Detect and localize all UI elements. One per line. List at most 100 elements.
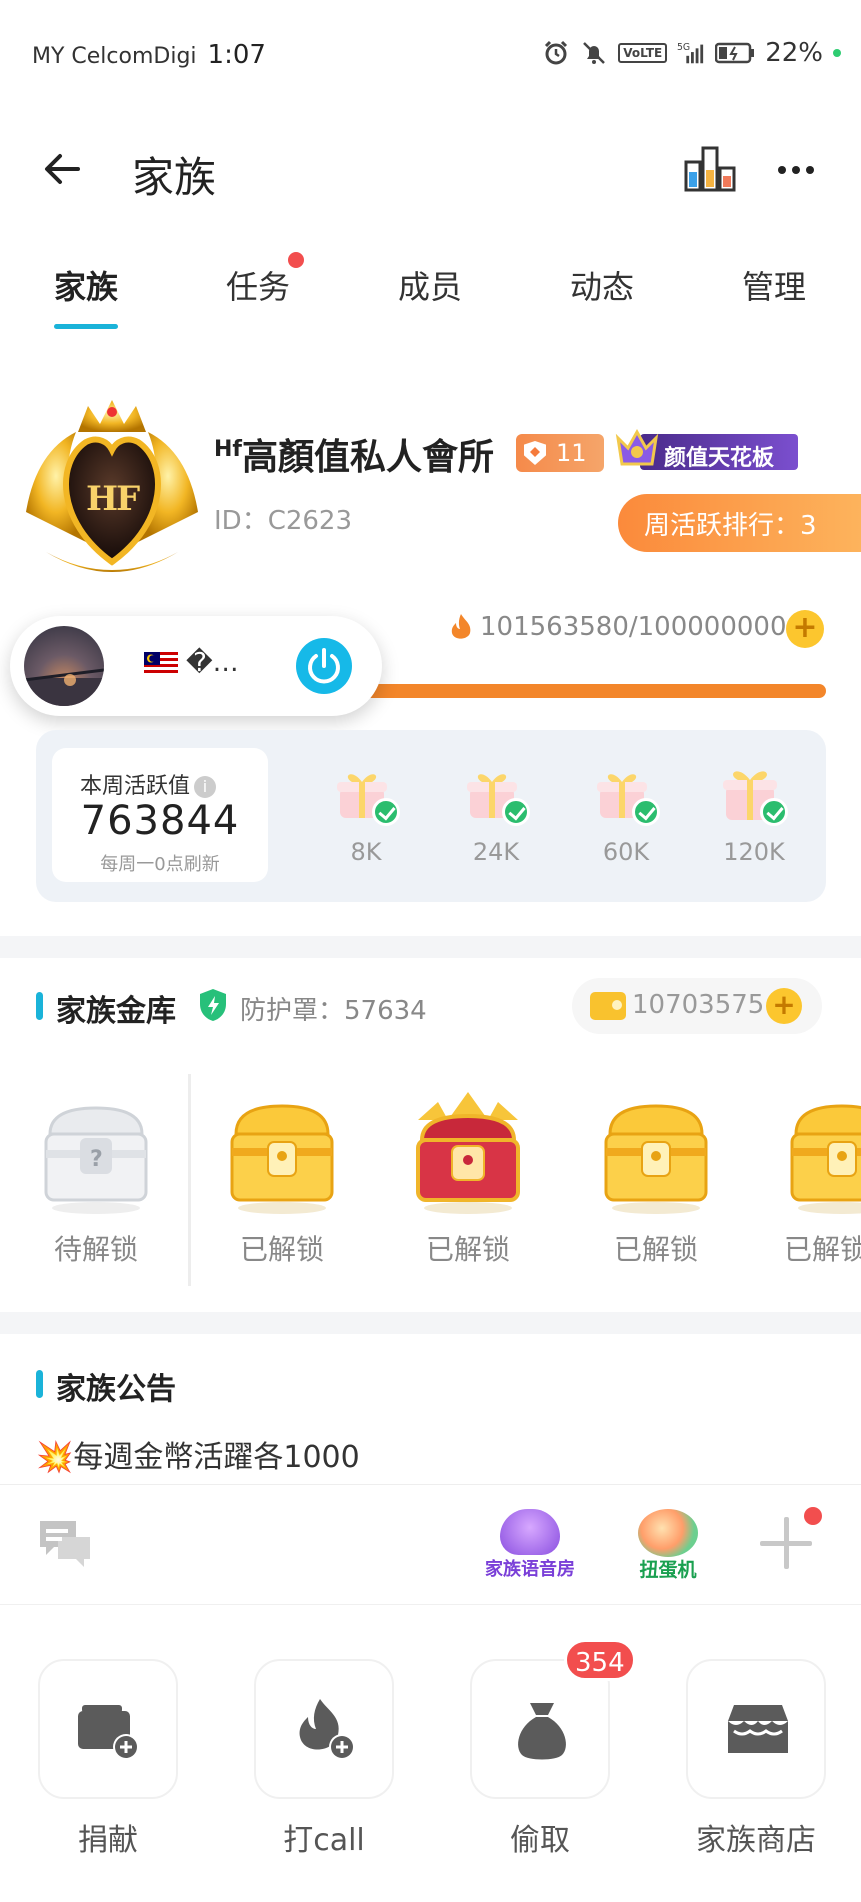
family-shop-button[interactable]	[686, 1659, 826, 1799]
more-dots-icon	[778, 166, 814, 174]
cheer-label: 打call	[283, 1823, 365, 1858]
cheer-button[interactable]	[254, 1659, 394, 1799]
chest-unlocked-4[interactable]	[782, 1090, 861, 1220]
gacha-label: 扭蛋机	[639, 1559, 697, 1581]
chest-label: 待解锁	[53, 1233, 138, 1266]
volte-icon: VoLTE	[618, 43, 668, 63]
section-accent	[36, 1370, 43, 1398]
voice-room-button[interactable]: 家族语音房	[476, 1509, 584, 1583]
tab-tasks[interactable]: 任务	[226, 262, 290, 308]
milestone-gift-1[interactable]: 8K	[326, 754, 406, 874]
milestone-label: 24K	[472, 838, 520, 866]
gacha-machine-icon	[638, 1509, 698, 1557]
tab-members[interactable]: 成员	[398, 262, 462, 308]
leaderboard-icon	[684, 146, 736, 192]
exp-progress-text: 101563580/100000000	[480, 612, 787, 642]
battery-icon	[715, 40, 755, 66]
wallet-icon	[590, 992, 626, 1020]
weekly-activity-card: 本周活跃值 i 763844 每周一0点刷新	[52, 748, 268, 882]
voice-room-label: 家族语音房	[485, 1559, 575, 1580]
family-level-badge[interactable]: 11	[516, 434, 604, 472]
section-accent	[36, 992, 43, 1020]
tab-manage[interactable]: 管理	[742, 262, 806, 308]
shop-icon	[728, 1705, 788, 1753]
app-header: 家族	[0, 120, 861, 220]
family-id: ID：C2623	[214, 506, 353, 536]
milestone-gift-4[interactable]: 120K	[714, 754, 794, 874]
treasury-title: 家族金库	[56, 994, 176, 1029]
chest-locked[interactable]: ?	[36, 1090, 156, 1220]
weekly-activity-label-text: 本周活跃值	[80, 774, 191, 799]
gold-chest-icon	[604, 1104, 708, 1214]
tab-family[interactable]: 家族	[54, 262, 118, 308]
milestone-label: 8K	[350, 838, 382, 866]
milestone-gift-3[interactable]: 60K	[586, 754, 666, 874]
carrier-label: MY CelcomDigi	[32, 44, 197, 69]
claimed-check-icon	[632, 798, 660, 826]
tab-activity[interactable]: 动态	[570, 262, 634, 308]
chest-unlocked-3[interactable]	[596, 1090, 716, 1220]
add-coins-button[interactable]: +	[766, 988, 802, 1024]
tab-tasks-badge-dot	[288, 252, 304, 268]
claimed-check-icon	[502, 798, 530, 826]
tab-bar: 家族 任务 成员 动态 管理	[0, 252, 861, 332]
claimed-check-icon	[760, 798, 788, 826]
add-exp-button[interactable]: +	[786, 610, 824, 648]
chest-unlocked-1[interactable]	[222, 1090, 342, 1220]
protection-value: 防护罩：57634	[240, 996, 427, 1026]
wallet-add-icon	[78, 1705, 139, 1760]
privacy-dot-icon	[833, 49, 841, 57]
chest-special[interactable]	[408, 1090, 528, 1220]
svg-text:H: H	[86, 479, 118, 519]
family-emblem[interactable]: H F	[16, 392, 208, 572]
room-name: �…	[186, 648, 239, 678]
ranking-button[interactable]	[682, 142, 738, 194]
clock: 1:07	[207, 40, 266, 70]
treasury-coins-value: 10703575	[632, 990, 765, 1020]
power-icon	[308, 648, 340, 684]
steal-count-badge: 354	[564, 1639, 636, 1681]
info-icon[interactable]: i	[194, 776, 217, 798]
sunset-photo-icon	[24, 668, 104, 706]
svg-text:?: ?	[90, 1147, 103, 1172]
tab-tasks-label: 任务	[226, 268, 291, 306]
chest-divider	[188, 1074, 191, 1286]
svg-text:5G: 5G	[677, 42, 690, 53]
treasury-coins[interactable]: 10703575 +	[572, 978, 822, 1034]
donate-label: 捐献	[78, 1823, 138, 1858]
more-features-button[interactable]	[760, 1517, 812, 1569]
battery-percent: 22%	[765, 38, 823, 68]
claimed-check-icon	[372, 798, 400, 826]
family-exp: 101563580/100000000	[448, 612, 787, 642]
status-bar: MY CelcomDigi 1:07 VoLTE 5G 22%	[0, 0, 861, 110]
family-name-text: 高顏值私人會所	[241, 437, 494, 478]
carrier-time: MY CelcomDigi 1:07	[32, 40, 266, 70]
announcement-line: 💥每週金幣活躍各1000	[36, 1440, 360, 1475]
family-crest-icon: H F	[26, 400, 198, 572]
section-divider	[0, 1312, 861, 1334]
gacha-button[interactable]: 扭蛋机	[630, 1509, 706, 1583]
chat-button[interactable]	[36, 1515, 94, 1569]
back-button[interactable]	[38, 144, 88, 194]
weekly-activity-panel: 本周活跃值 i 763844 每周一0点刷新 8K 24K 60K 120K	[36, 730, 826, 902]
milestone-label: 60K	[602, 838, 650, 866]
arrow-left-icon	[45, 154, 80, 184]
more-button[interactable]	[772, 146, 820, 194]
section-divider	[0, 936, 861, 958]
room-avatar	[24, 626, 104, 706]
weekly-activity-value: 763844	[80, 798, 240, 844]
weekly-rank-button[interactable]: 周活跃排行：3	[618, 494, 861, 552]
weekly-refresh-note: 每周一0点刷新	[100, 854, 220, 875]
milestone-gift-2[interactable]: 24K	[456, 754, 536, 874]
alarm-icon	[542, 40, 570, 66]
royal-chest-icon	[416, 1092, 520, 1214]
chest-label: 已解锁	[239, 1233, 324, 1266]
family-toolbar: 家族语音房 扭蛋机	[0, 1484, 861, 1604]
malaysia-flag-icon	[144, 652, 178, 676]
family-actions: 捐献 打call 354 偷取 家族商店	[0, 1604, 861, 1902]
money-bag-icon	[518, 1703, 566, 1760]
family-title-badge[interactable]: 颜值天花板	[612, 428, 798, 474]
exit-room-button[interactable]	[296, 638, 352, 694]
donate-button[interactable]	[38, 1659, 178, 1799]
floating-voice-widget[interactable]: �…	[10, 616, 382, 716]
